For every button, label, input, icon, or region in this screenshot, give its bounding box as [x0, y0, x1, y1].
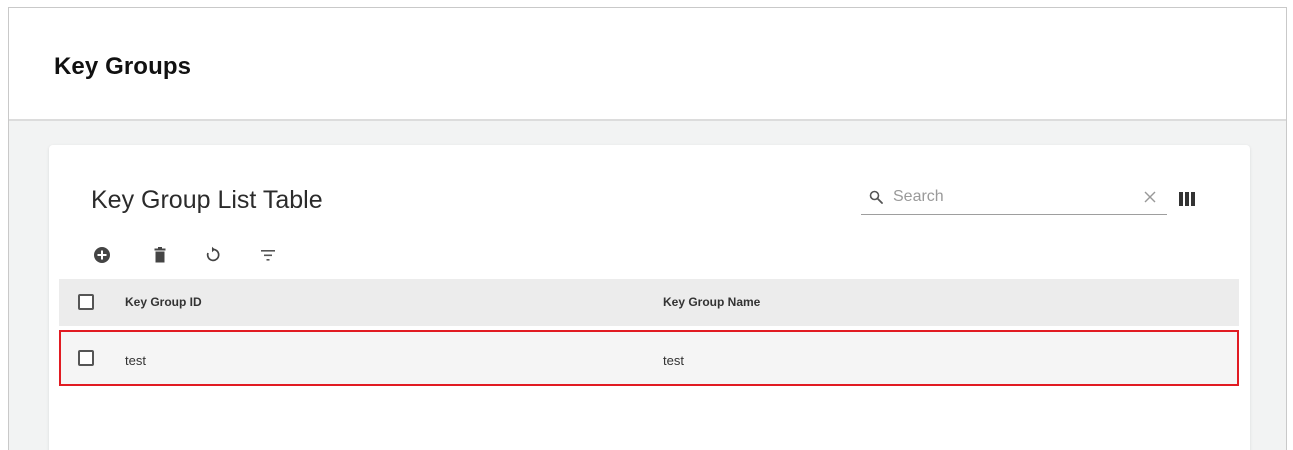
page-title: Key Groups: [54, 53, 192, 80]
delete-icon[interactable]: [151, 246, 169, 264]
table-row[interactable]: test test: [59, 330, 1239, 386]
cell-key-group-id: test: [125, 353, 146, 368]
search-box: [861, 181, 1167, 215]
table-header-row: Key Group ID Key Group Name: [59, 279, 1239, 326]
table-title: Key Group List Table: [91, 186, 323, 214]
column-header-key-group-name[interactable]: Key Group Name: [663, 295, 760, 309]
row-checkbox[interactable]: [78, 350, 94, 366]
cell-key-group-name: test: [663, 353, 684, 368]
view-column-icon[interactable]: [1179, 192, 1195, 206]
select-all-checkbox[interactable]: [78, 294, 94, 310]
filter-icon[interactable]: [259, 246, 277, 264]
add-circle-icon[interactable]: [93, 246, 111, 264]
app-frame: Key Groups Key Group List Table Search K…: [8, 7, 1287, 450]
column-header-key-group-id[interactable]: Key Group ID: [125, 295, 202, 309]
refresh-icon[interactable]: [203, 246, 221, 264]
close-icon[interactable]: [1144, 191, 1156, 203]
page-header: Key Groups: [9, 8, 1286, 121]
search-icon: [869, 190, 883, 204]
search-input[interactable]: [893, 184, 1113, 210]
key-group-table-card: Key Group List Table Search Key Group ID…: [49, 145, 1250, 450]
